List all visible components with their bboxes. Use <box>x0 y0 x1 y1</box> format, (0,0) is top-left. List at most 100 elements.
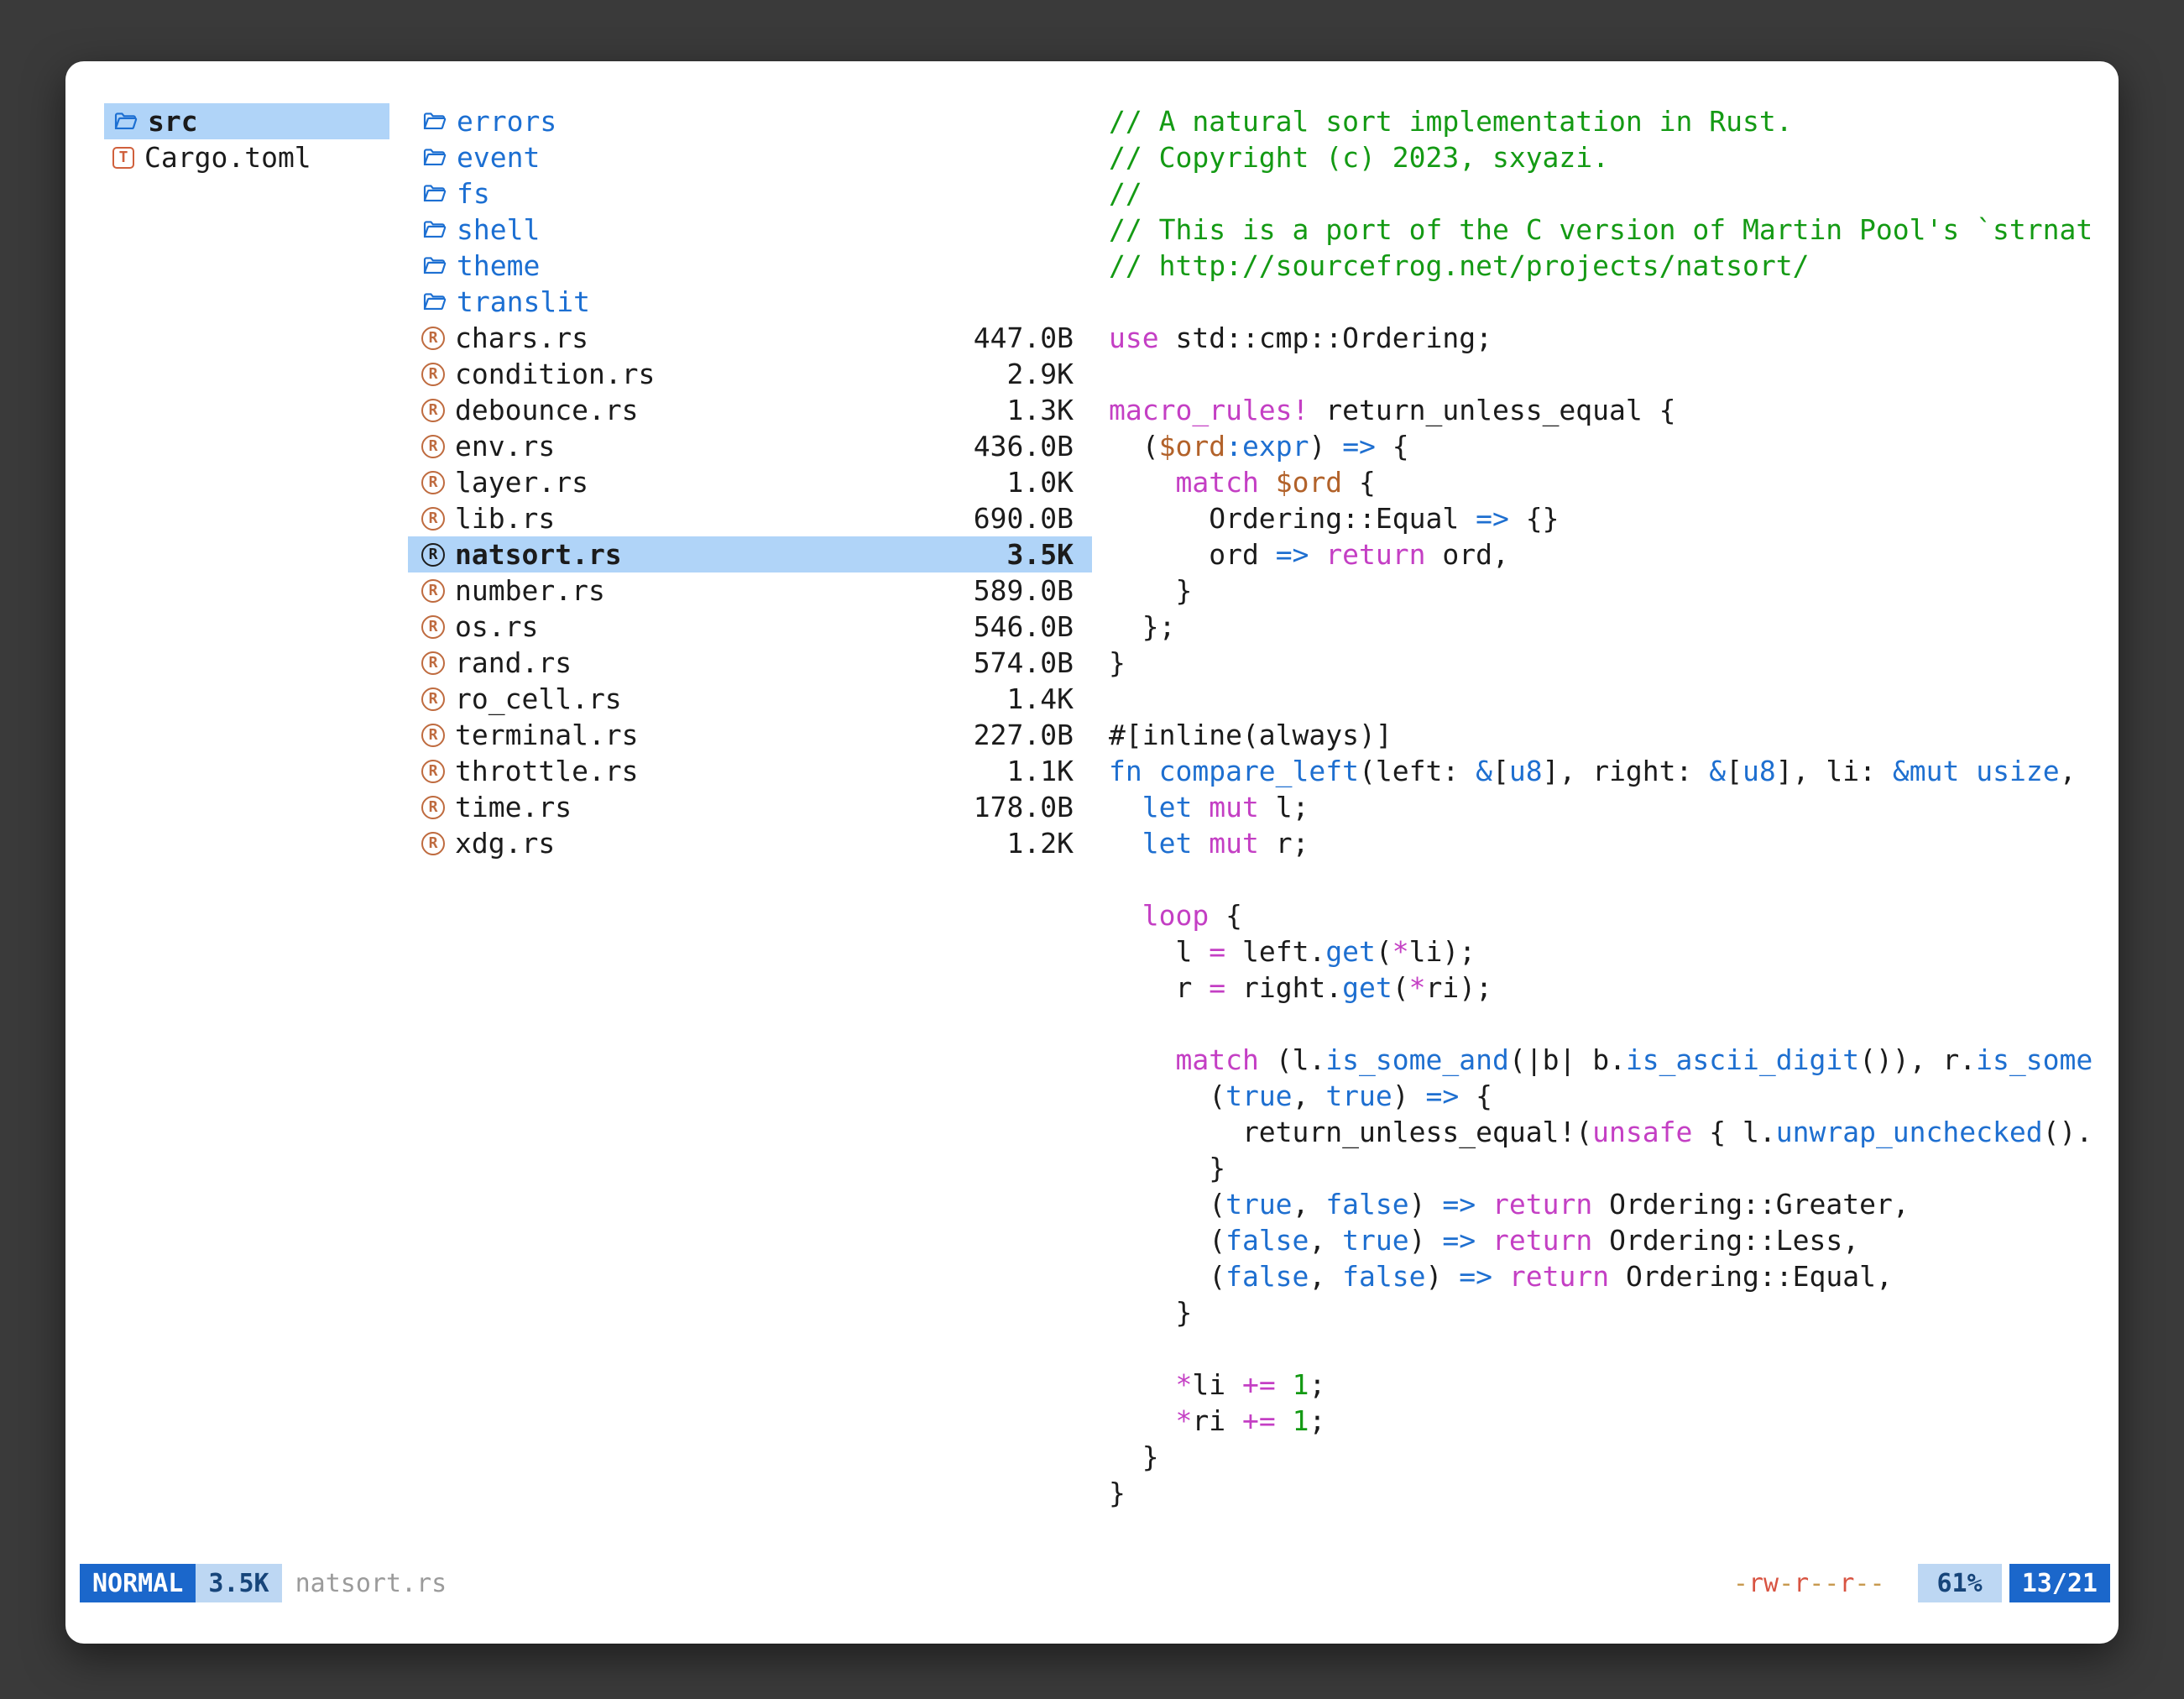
file-name: lib.rs <box>455 502 555 535</box>
file-size: 574.0B <box>974 646 1074 679</box>
status-bar-left: NORMAL 3.5K natsort.rs <box>80 1564 447 1602</box>
code-line: } <box>1109 645 2119 681</box>
file-row-rand.rs[interactable]: Rrand.rs 574.0B <box>408 645 1092 681</box>
file-size: 690.0B <box>974 502 1074 535</box>
code-line: *li += 1; <box>1109 1367 2119 1403</box>
file-name: debounce.rs <box>455 394 639 426</box>
file-name: ro_cell.rs <box>455 682 622 715</box>
panes-container: src T Cargo.toml errorseventfsshellthemetr… <box>65 103 2119 1564</box>
code-line: } <box>1109 1294 2119 1330</box>
yazi-file-manager-window: src T Cargo.toml errorseventfsshellthemetr… <box>65 61 2119 1644</box>
file-row-errors[interactable]: errors <box>408 103 1092 139</box>
code-line: } <box>1109 1150 2119 1186</box>
file-row-src[interactable]: src <box>104 103 389 139</box>
file-row-env.rs[interactable]: Renv.rs436.0B <box>408 428 1092 464</box>
file-size: 447.0B <box>974 322 1074 354</box>
file-name: number.rs <box>455 574 605 607</box>
code-line: #[inline(always)] <box>1109 717 2119 753</box>
file-preview-pane[interactable]: // A natural sort implementation in Rust… <box>1109 103 2119 1564</box>
code-line: // Copyright (c) 2023, sxyazi. <box>1109 139 2119 175</box>
rust-file-icon: R <box>421 615 445 639</box>
file-row-fs[interactable]: fs <box>408 175 1092 212</box>
file-size: 227.0B <box>974 719 1074 751</box>
file-row-terminal.rs[interactable]: Rterminal.rs 227.0B <box>408 717 1092 753</box>
file-row-chars.rs[interactable]: Rchars.rs 447.0B <box>408 320 1092 356</box>
file-row-shell[interactable]: shell <box>408 212 1092 248</box>
file-size: 589.0B <box>974 574 1074 607</box>
file-row-time.rs[interactable]: Rtime.rs178.0B <box>408 789 1092 825</box>
file-name: terminal.rs <box>455 719 639 751</box>
code-line: *ri += 1; <box>1109 1403 2119 1439</box>
file-row-translit[interactable]: translit <box>408 284 1092 320</box>
file-size-badge: 3.5K <box>196 1564 281 1602</box>
file-size: 1.3K <box>1007 394 1074 426</box>
code-line: } <box>1109 1439 2119 1475</box>
rust-file-icon: R <box>421 760 445 783</box>
code-line: return_unless_equal!(unsafe { l.unwrap_u… <box>1109 1114 2119 1150</box>
rust-file-icon: R <box>421 435 445 458</box>
file-name: natsort.rs <box>455 538 622 571</box>
file-name: fs <box>457 177 490 210</box>
code-line: ($ord:expr) => { <box>1109 428 2119 464</box>
file-name: Cargo.toml <box>144 141 311 174</box>
file-name: translit <box>457 285 590 318</box>
rust-file-icon: R <box>421 796 445 819</box>
file-row-lib.rs[interactable]: Rlib.rs 690.0B <box>408 500 1092 536</box>
file-permissions: -rw-r--r-- <box>1733 1569 1885 1598</box>
file-row-event[interactable]: event <box>408 139 1092 175</box>
rust-file-icon: R <box>421 687 445 711</box>
file-row-ro_cell.rs[interactable]: Rro_cell.rs1.4K <box>408 681 1092 717</box>
file-row-Cargo.toml[interactable]: T Cargo.toml <box>104 139 389 175</box>
rust-file-icon: R <box>421 724 445 747</box>
rust-file-icon: R <box>421 832 445 855</box>
current-directory-pane: errorseventfsshellthemetranslitRchars.rs… <box>408 103 1092 1564</box>
code-line <box>1109 284 2119 320</box>
code-line <box>1109 1006 2119 1042</box>
code-line: } <box>1109 572 2119 609</box>
file-name: layer.rs <box>455 466 588 499</box>
file-row-xdg.rs[interactable]: Rxdg.rs 1.2K <box>408 825 1092 861</box>
file-name: os.rs <box>455 610 538 643</box>
file-size: 3.5K <box>1007 538 1074 571</box>
code-line: // A natural sort implementation in Rust… <box>1109 103 2119 139</box>
file-name: src <box>148 105 198 138</box>
file-name: chars.rs <box>455 322 588 354</box>
folder-icon <box>112 109 138 134</box>
file-size: 436.0B <box>974 430 1074 463</box>
code-line: macro_rules! return_unless_equal { <box>1109 392 2119 428</box>
file-row-throttle.rs[interactable]: Rthrottle.rs1.1K <box>408 753 1092 789</box>
file-size: 1.0K <box>1007 466 1074 499</box>
file-name: xdg.rs <box>455 827 555 860</box>
rust-file-icon: R <box>421 471 445 494</box>
toml-file-icon: T <box>112 147 134 169</box>
folder-icon <box>421 254 447 279</box>
rust-file-icon: R <box>421 651 445 675</box>
rust-file-icon: R <box>421 543 445 567</box>
file-row-theme[interactable]: theme <box>408 248 1092 284</box>
code-line <box>1109 681 2119 717</box>
code-line: (true, true) => { <box>1109 1078 2119 1114</box>
file-name: throttle.rs <box>455 755 639 787</box>
code-line: match (l.is_some_and(|b| b.is_ascii_digi… <box>1109 1042 2119 1078</box>
rust-file-icon: R <box>421 507 445 531</box>
code-line: let mut r; <box>1109 825 2119 861</box>
file-row-debounce.rs[interactable]: Rdebounce.rs1.3K <box>408 392 1092 428</box>
code-line: use std::cmp::Ordering; <box>1109 320 2119 356</box>
folder-icon <box>421 109 447 134</box>
file-name: rand.rs <box>455 646 572 679</box>
mode-badge: NORMAL <box>80 1564 196 1602</box>
file-row-condition.rs[interactable]: Rcondition.rs2.9K <box>408 356 1092 392</box>
folder-icon <box>421 181 447 206</box>
code-line: } <box>1109 1475 2119 1511</box>
rust-file-icon: R <box>421 327 445 350</box>
status-bar: NORMAL 3.5K natsort.rs -rw-r--r-- 61% 13… <box>65 1564 2119 1602</box>
file-name: time.rs <box>455 791 572 823</box>
file-size: 1.2K <box>1007 827 1074 860</box>
file-row-layer.rs[interactable]: Rlayer.rs 1.0K <box>408 464 1092 500</box>
file-row-natsort.rs[interactable]: Rnatsort.rs 3.5K <box>408 536 1092 572</box>
file-row-os.rs[interactable]: Ros.rs546.0B <box>408 609 1092 645</box>
code-line: (false, true) => return Ordering::Less, <box>1109 1222 2119 1258</box>
code-line <box>1109 1330 2119 1367</box>
code-line: }; <box>1109 609 2119 645</box>
file-row-number.rs[interactable]: Rnumber.rs589.0B <box>408 572 1092 609</box>
